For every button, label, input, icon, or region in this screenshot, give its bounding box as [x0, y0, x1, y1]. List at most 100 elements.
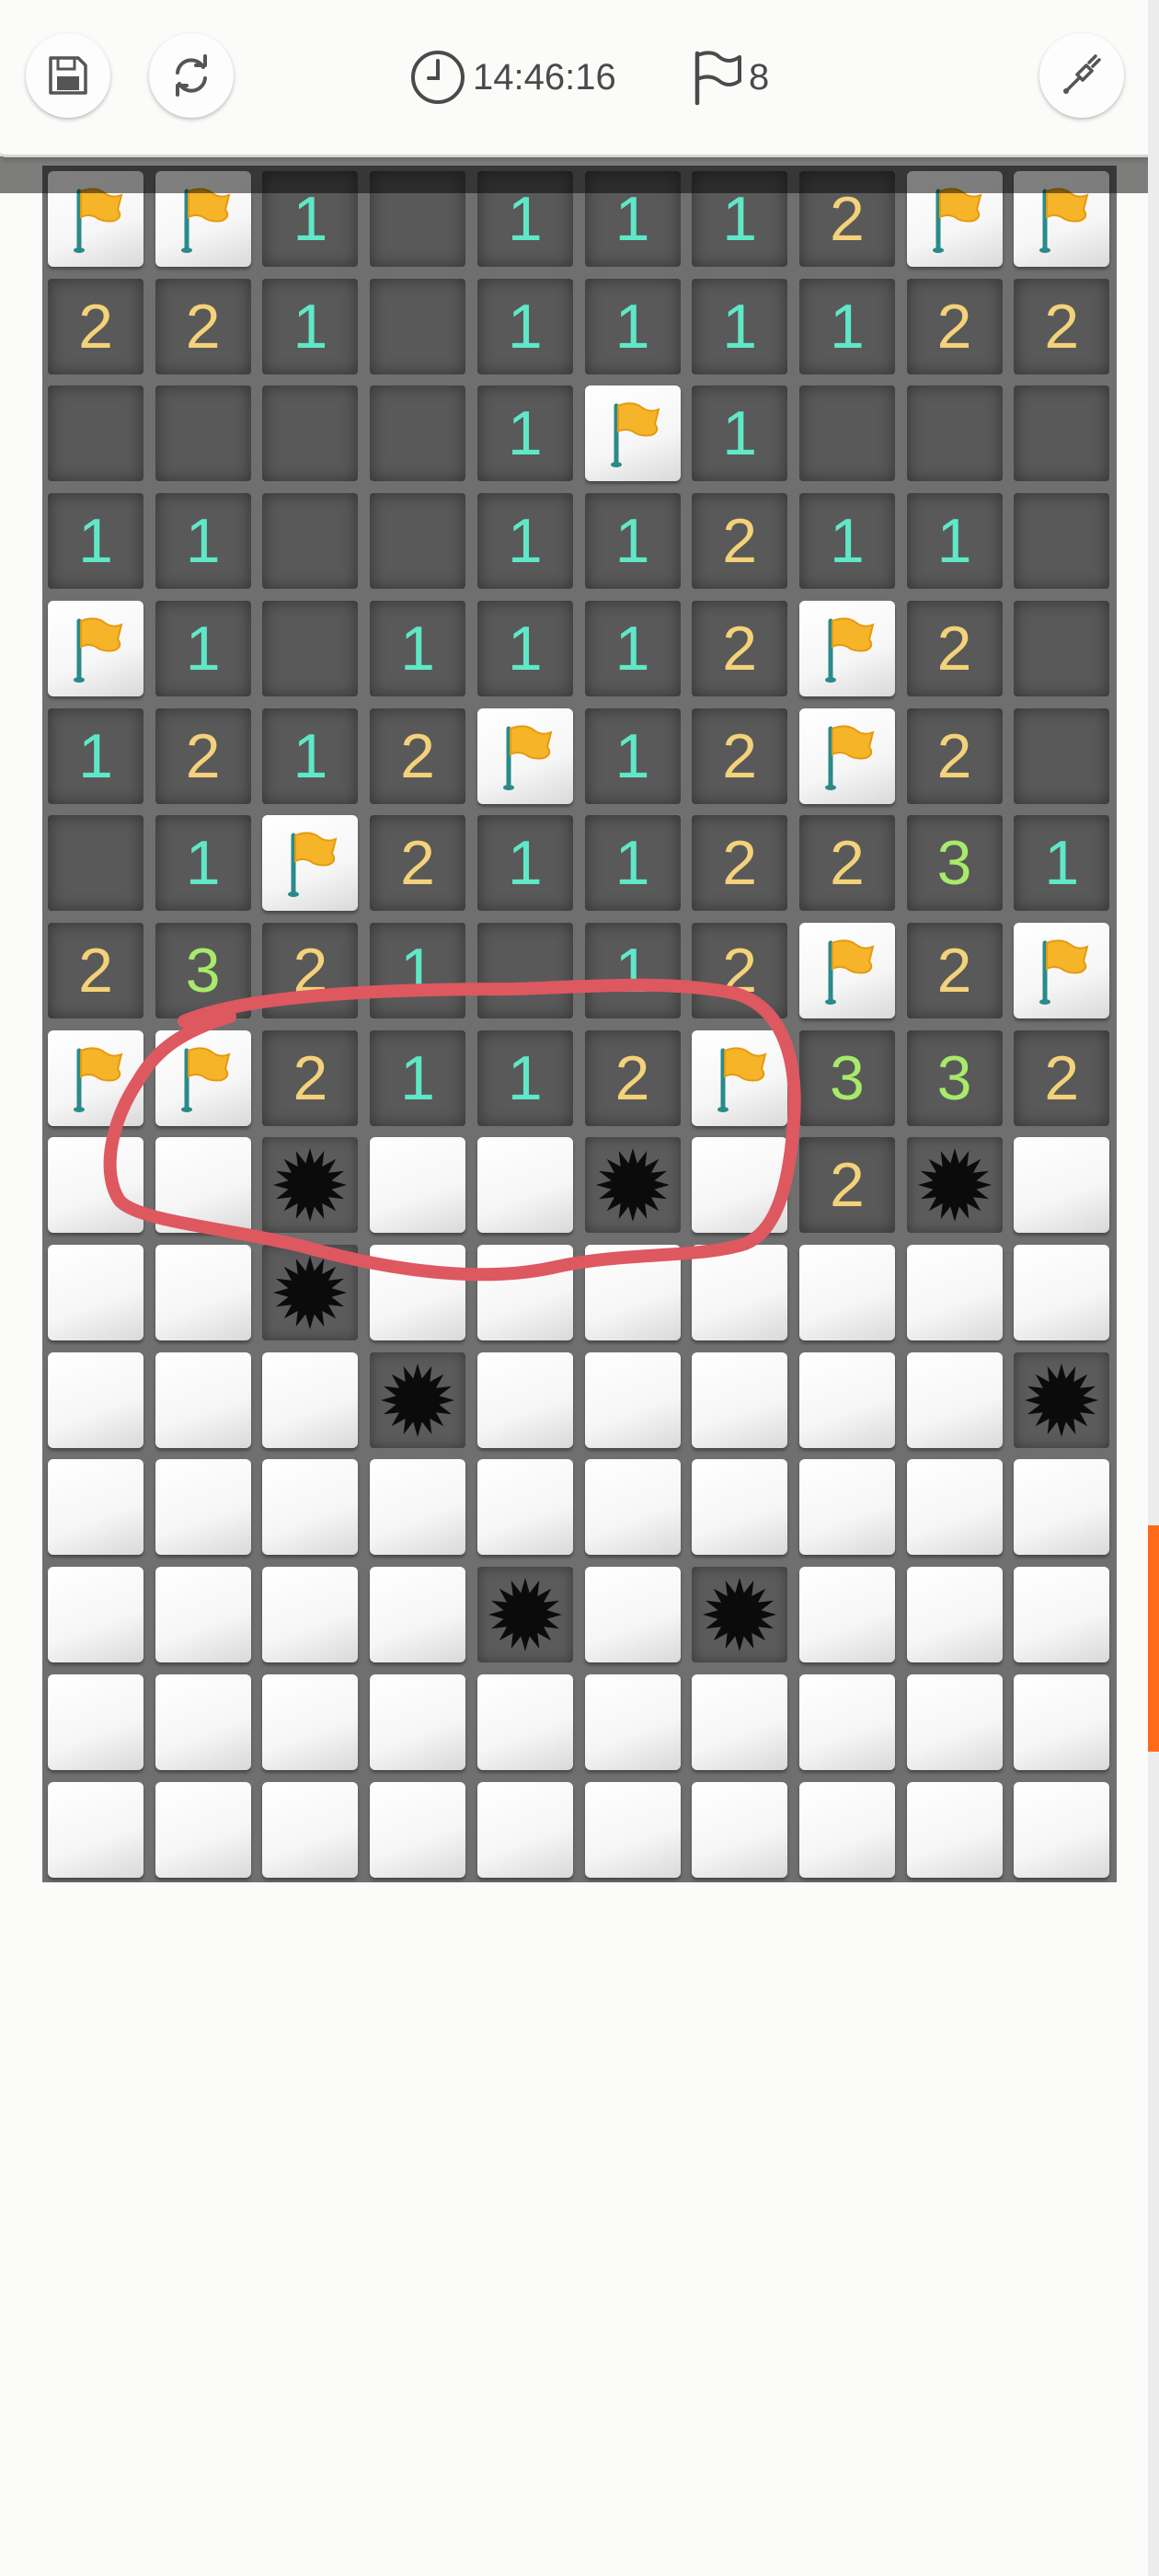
- hidden-cell[interactable]: [584, 1245, 681, 1340]
- number-cell[interactable]: 2: [370, 707, 466, 804]
- flagged-cell[interactable]: [262, 815, 359, 912]
- number-cell[interactable]: 1: [476, 278, 573, 374]
- hidden-cell[interactable]: [48, 1673, 143, 1770]
- number-cell[interactable]: 1: [798, 493, 895, 590]
- hidden-cell[interactable]: [1014, 1137, 1110, 1234]
- number-cell[interactable]: 2: [692, 600, 788, 696]
- number-cell[interactable]: 1: [262, 278, 359, 374]
- hidden-cell[interactable]: [584, 1351, 681, 1448]
- number-cell[interactable]: 2: [1014, 278, 1110, 374]
- number-cell[interactable]: 1: [476, 815, 573, 912]
- hidden-cell[interactable]: [476, 1673, 573, 1770]
- mine-cell[interactable]: [262, 1245, 359, 1340]
- number-cell[interactable]: 1: [476, 385, 573, 482]
- hidden-cell[interactable]: [476, 1137, 573, 1234]
- number-cell[interactable]: 2: [906, 278, 1003, 374]
- hidden-cell[interactable]: [584, 1567, 681, 1663]
- number-cell[interactable]: 2: [692, 815, 788, 912]
- number-cell[interactable]: 1: [584, 922, 681, 1018]
- hidden-cell[interactable]: [1014, 1673, 1110, 1770]
- flagged-cell[interactable]: [798, 922, 895, 1018]
- scrollbar-track[interactable]: [1148, 0, 1159, 2576]
- mine-cell[interactable]: [262, 1137, 359, 1234]
- hidden-cell[interactable]: [1014, 1567, 1110, 1663]
- flagged-cell[interactable]: [48, 600, 143, 696]
- hidden-cell[interactable]: [798, 1673, 895, 1770]
- number-cell[interactable]: 1: [584, 493, 681, 590]
- hidden-cell[interactable]: [48, 1351, 143, 1448]
- flagged-cell[interactable]: [1014, 922, 1110, 1018]
- hidden-cell[interactable]: [262, 1781, 359, 1878]
- hidden-cell[interactable]: [692, 1245, 788, 1340]
- number-cell[interactable]: 2: [692, 493, 788, 590]
- hidden-cell[interactable]: [798, 1459, 895, 1556]
- number-cell[interactable]: 3: [798, 1029, 895, 1126]
- number-cell[interactable]: 2: [262, 922, 359, 1018]
- hidden-cell[interactable]: [262, 1459, 359, 1556]
- number-cell[interactable]: 2: [1014, 1029, 1110, 1126]
- hidden-cell[interactable]: [692, 1459, 788, 1556]
- empty-cell[interactable]: [370, 278, 466, 374]
- hidden-cell[interactable]: [370, 1781, 466, 1878]
- mine-cell[interactable]: [906, 1137, 1003, 1234]
- hidden-cell[interactable]: [906, 1781, 1003, 1878]
- empty-cell[interactable]: [1014, 707, 1110, 804]
- hidden-cell[interactable]: [370, 1137, 466, 1234]
- empty-cell[interactable]: [155, 385, 251, 482]
- number-cell[interactable]: 1: [370, 600, 466, 696]
- number-cell[interactable]: 1: [262, 707, 359, 804]
- flagged-cell[interactable]: [584, 385, 681, 482]
- empty-cell[interactable]: [1014, 600, 1110, 696]
- empty-cell[interactable]: [262, 493, 359, 590]
- number-cell[interactable]: 2: [906, 922, 1003, 1018]
- hidden-cell[interactable]: [476, 1245, 573, 1340]
- number-cell[interactable]: 2: [692, 922, 788, 1018]
- number-cell[interactable]: 3: [155, 922, 251, 1018]
- flagged-cell[interactable]: [798, 707, 895, 804]
- number-cell[interactable]: 1: [798, 278, 895, 374]
- flagged-cell[interactable]: [476, 707, 573, 804]
- hidden-cell[interactable]: [262, 1567, 359, 1663]
- hidden-cell[interactable]: [906, 1673, 1003, 1770]
- hidden-cell[interactable]: [155, 1459, 251, 1556]
- number-cell[interactable]: 2: [48, 278, 143, 374]
- hidden-cell[interactable]: [476, 1781, 573, 1878]
- restart-button[interactable]: [149, 33, 234, 118]
- mine-cell[interactable]: [692, 1567, 788, 1663]
- hidden-cell[interactable]: [692, 1673, 788, 1770]
- number-cell[interactable]: 1: [584, 600, 681, 696]
- mine-cell[interactable]: [476, 1567, 573, 1663]
- number-cell[interactable]: 1: [1014, 815, 1110, 912]
- hidden-cell[interactable]: [798, 1781, 895, 1878]
- hidden-cell[interactable]: [370, 1245, 466, 1340]
- number-cell[interactable]: 1: [692, 278, 788, 374]
- number-cell[interactable]: 1: [584, 707, 681, 804]
- save-button[interactable]: [26, 33, 110, 118]
- number-cell[interactable]: 1: [584, 815, 681, 912]
- hidden-cell[interactable]: [1014, 1459, 1110, 1556]
- number-cell[interactable]: 2: [48, 922, 143, 1018]
- mine-cell[interactable]: [370, 1351, 466, 1448]
- empty-cell[interactable]: [370, 385, 466, 482]
- empty-cell[interactable]: [262, 385, 359, 482]
- number-cell[interactable]: 2: [798, 1137, 895, 1234]
- hidden-cell[interactable]: [906, 1245, 1003, 1340]
- hidden-cell[interactable]: [262, 1673, 359, 1770]
- empty-cell[interactable]: [48, 385, 143, 482]
- number-cell[interactable]: 2: [798, 815, 895, 912]
- number-cell[interactable]: 3: [906, 815, 1003, 912]
- hidden-cell[interactable]: [48, 1245, 143, 1340]
- number-cell[interactable]: 1: [370, 922, 466, 1018]
- number-cell[interactable]: 1: [370, 1029, 466, 1126]
- number-cell[interactable]: 1: [476, 493, 573, 590]
- hidden-cell[interactable]: [906, 1351, 1003, 1448]
- dig-mode-button[interactable]: [1039, 33, 1124, 118]
- hidden-cell[interactable]: [370, 1673, 466, 1770]
- number-cell[interactable]: 1: [476, 600, 573, 696]
- hidden-cell[interactable]: [262, 1351, 359, 1448]
- hidden-cell[interactable]: [692, 1137, 788, 1234]
- empty-cell[interactable]: [1014, 385, 1110, 482]
- hidden-cell[interactable]: [798, 1567, 895, 1663]
- hidden-cell[interactable]: [692, 1351, 788, 1448]
- hidden-cell[interactable]: [48, 1567, 143, 1663]
